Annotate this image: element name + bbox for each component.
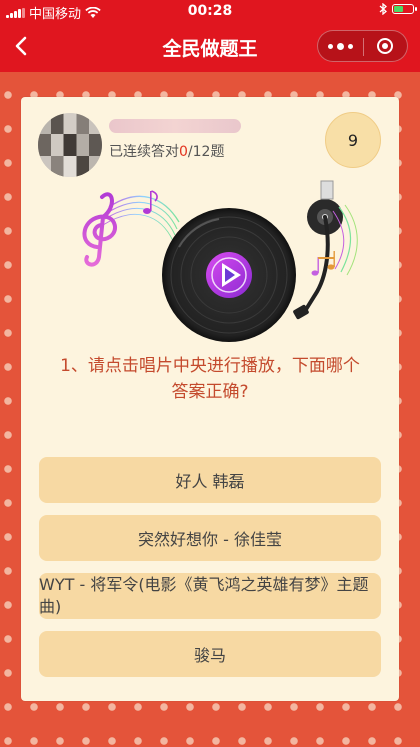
countdown-badge: 9: [325, 112, 381, 168]
quiz-card: 已连续答对0/12题 9 1、请点击唱片中央进行播放，下面哪个 答案正确? 好人…: [21, 97, 399, 701]
countdown-value: 9: [347, 130, 359, 150]
battery-icon: [392, 4, 417, 14]
username-blurred: [109, 119, 241, 133]
streak-prefix: 已连续答对: [109, 144, 179, 160]
question-text: 1、请点击唱片中央进行播放，下面哪个 答案正确?: [41, 353, 379, 405]
more-dots-icon[interactable]: [318, 31, 363, 61]
clock: 00:28: [187, 3, 233, 19]
question-line-2: 答案正确?: [171, 382, 249, 402]
bluetooth-icon: [379, 3, 387, 15]
status-bar: 中国移动 00:28: [0, 0, 420, 22]
play-button-icon[interactable]: [206, 252, 252, 298]
answer-option-3[interactable]: WYT - 将军令(电影《黄飞鸿之英雄有梦》主题曲): [39, 573, 381, 619]
vinyl-record-illustration: [82, 180, 358, 342]
answer-option-2[interactable]: 突然好想你 - 徐佳莹: [39, 515, 381, 561]
target-close-icon[interactable]: [362, 31, 407, 61]
nav-bar: 全民做题王: [0, 22, 420, 72]
streak-total: /12题: [187, 144, 225, 160]
streak-current: 0: [179, 144, 188, 160]
treble-clef-icon: [82, 192, 117, 267]
answer-option-1[interactable]: 好人 韩磊: [39, 457, 381, 503]
avatar: [38, 113, 102, 177]
question-line-1: 1、请点击唱片中央进行播放，下面哪个: [60, 356, 360, 376]
mini-program-capsule: [317, 30, 408, 62]
answer-option-4[interactable]: 骏马: [39, 631, 381, 677]
streak-text: 已连续答对0/12题: [109, 141, 224, 161]
